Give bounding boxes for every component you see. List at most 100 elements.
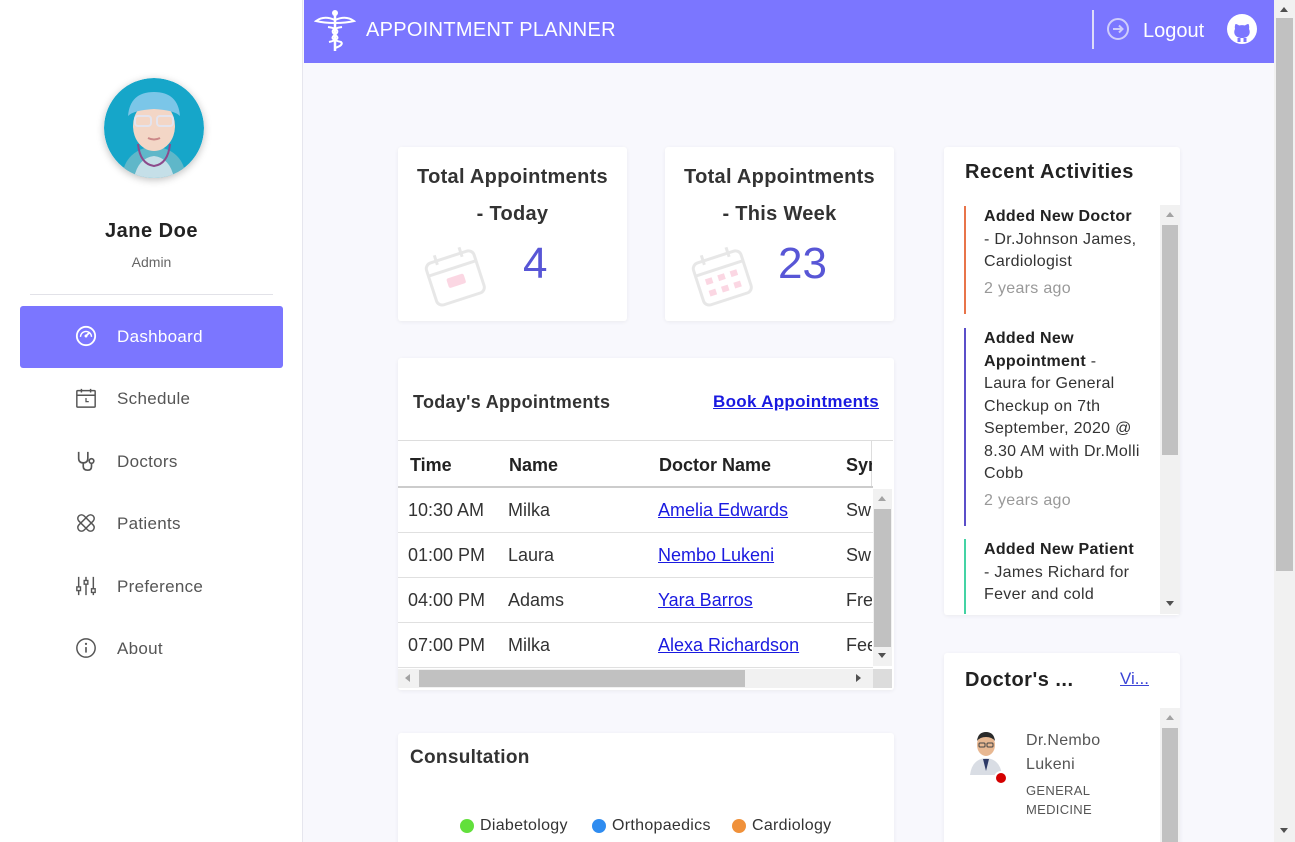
cell-time: 10:30 AM [408, 500, 485, 520]
cell-name: Laura [508, 545, 555, 565]
scroll-thumb[interactable] [1276, 18, 1293, 571]
table-horizontal-scrollbar[interactable] [398, 669, 892, 688]
cell-symptom: Sw [846, 500, 872, 520]
activity-text: - James Richard for Fever and cold [984, 563, 1130, 604]
sidebar-item-label: Schedule [117, 389, 191, 408]
appointments-card: Today's Appointments Book Appointments T… [398, 358, 894, 690]
scrollbar-corner [873, 669, 892, 688]
recent-activities-card: Recent Activities Added New Doctor - Dr.… [944, 147, 1180, 615]
recent-activities-title: Recent Activities [965, 161, 1134, 183]
doctor-link[interactable]: Alexa Richardson [658, 635, 799, 656]
scroll-down-arrow[interactable] [878, 653, 886, 658]
doctor-link[interactable]: Nembo Lukeni [658, 545, 774, 566]
activity-time: 2 years ago [984, 279, 1071, 297]
sidebar-item-about[interactable]: About [20, 618, 283, 680]
appointments-table: Time Name Doctor Name 10:30 AM Milka Ame… [398, 440, 893, 690]
dashboard-icon [75, 325, 97, 347]
doctor-link[interactable]: Amelia Edwards [658, 500, 788, 521]
legend-item-cardiology[interactable]: Cardiology [732, 817, 831, 835]
status-dot [994, 771, 1008, 785]
book-appointments-link[interactable]: Book Appointments [713, 392, 879, 412]
legend-label: Diabetology [480, 817, 568, 834]
app-title: APPOINTMENT PLANNER [366, 19, 616, 41]
activity-item: Added New Appointment - Laura for Genera… [964, 328, 1140, 526]
doctor-name[interactable]: Dr.Nembo Lukeni [1026, 729, 1126, 777]
scroll-up-arrow[interactable] [1166, 212, 1174, 217]
github-icon[interactable] [1226, 13, 1258, 45]
scroll-right-arrow[interactable] [856, 674, 861, 682]
table-row[interactable]: 10:30 AM Milka Amelia Edwards [398, 488, 873, 533]
logout-button[interactable]: Logout [1143, 20, 1204, 43]
sidebar: Jane Doe Admin Dashboard Schedule Doctor… [0, 0, 303, 842]
scroll-thumb[interactable] [419, 670, 745, 687]
table-row[interactable]: 01:00 PM Laura Nembo Lukeni [398, 533, 873, 578]
doctor-link[interactable]: Yara Barros [658, 590, 753, 611]
stethoscope-icon [77, 451, 95, 471]
scroll-up-arrow[interactable] [1280, 7, 1288, 12]
scroll-thumb[interactable] [874, 509, 891, 647]
header-divider [1092, 10, 1094, 49]
activity-text: - Dr.Johnson James, Cardiologist [984, 230, 1137, 271]
column-header-time[interactable]: Time [410, 455, 452, 476]
sidebar-item-dashboard[interactable]: Dashboard [20, 306, 283, 368]
cell-symptom: Fee [846, 635, 872, 655]
scroll-up-arrow[interactable] [878, 496, 886, 501]
column-header-symptoms[interactable]: Sym [846, 455, 872, 476]
sidebar-item-schedule[interactable]: Schedule [20, 368, 283, 430]
legend-label: Cardiology [752, 817, 832, 834]
cell-time: 07:00 PM [408, 635, 486, 655]
cell-name: Adams [508, 590, 565, 610]
activity-heading: Added New Appointment [984, 330, 1086, 370]
doctor-specialty: GENERAL MEDICINE [1026, 783, 1092, 817]
bandage-icon [77, 514, 95, 532]
top-bar: APPOINTMENT PLANNER Logout [304, 0, 1274, 63]
sliders-icon [76, 576, 96, 596]
legend-item-diabetology[interactable]: Diabetology [460, 817, 568, 835]
doctor-avatar [970, 732, 1002, 775]
stat-subtitle: - This Week [722, 203, 837, 225]
sidebar-item-preference[interactable]: Preference [20, 556, 283, 618]
table-row[interactable]: 07:00 PM Milka Alexa Richardson [398, 623, 873, 668]
caduceus-icon [314, 10, 356, 51]
cell-symptom: Sw [846, 545, 872, 565]
doctors-title: Doctor's ... [965, 669, 1074, 691]
scroll-thumb[interactable] [1162, 225, 1178, 455]
doctors-scrollbar[interactable] [1160, 708, 1180, 842]
sidebar-item-label: Patients [117, 514, 181, 533]
activities-scrollbar[interactable] [1160, 205, 1180, 614]
doctors-card: Doctor's ... Vi... Dr.Nembo Lukeni GENER… [944, 653, 1180, 842]
scroll-left-arrow[interactable] [405, 674, 410, 682]
sidebar-item-label: Dashboard [117, 327, 203, 346]
sidebar-item-label: About [117, 639, 163, 658]
sidebar-item-label: Preference [117, 577, 204, 596]
scroll-up-arrow[interactable] [1166, 715, 1174, 720]
table-row[interactable]: 04:00 PM Adams Yara Barros [398, 578, 873, 623]
sidebar-item-doctors[interactable]: Doctors [20, 431, 283, 493]
activity-item: Added New Patient - James Richard for Fe… [964, 539, 1140, 614]
stat-card-today: Total Appointments - Today 4 [398, 147, 627, 321]
logout-icon[interactable] [1106, 17, 1130, 41]
activity-heading: Added New Doctor [984, 208, 1132, 225]
cell-time: 01:00 PM [408, 545, 486, 565]
user-role: Admin [131, 254, 172, 270]
activity-heading: Added New Patient [984, 541, 1135, 558]
table-vertical-scrollbar[interactable] [873, 489, 892, 666]
consultation-title: Consultation [410, 747, 530, 768]
scroll-down-arrow[interactable] [1166, 601, 1174, 606]
cell-symptom: Fre [846, 590, 872, 610]
legend-dot [460, 819, 474, 833]
legend-item-orthopaedics[interactable]: Orthopaedics [592, 817, 711, 835]
legend-dot [592, 819, 606, 833]
symptom-column: Sym Sw Sw Fre Fee [844, 441, 872, 669]
column-header-doctor[interactable]: Doctor Name [659, 455, 771, 476]
column-header-name[interactable]: Name [509, 455, 558, 476]
scroll-down-arrow[interactable] [1280, 828, 1288, 833]
stat-title: Total Appointments [417, 166, 608, 188]
calendar-icon [76, 388, 96, 408]
view-all-link[interactable]: Vi... [1120, 669, 1149, 689]
page-scrollbar[interactable] [1274, 0, 1295, 842]
sidebar-item-patients[interactable]: Patients [20, 493, 283, 555]
scroll-thumb[interactable] [1162, 728, 1178, 842]
legend-label: Orthopaedics [612, 817, 711, 834]
calendar-icon [691, 246, 753, 307]
